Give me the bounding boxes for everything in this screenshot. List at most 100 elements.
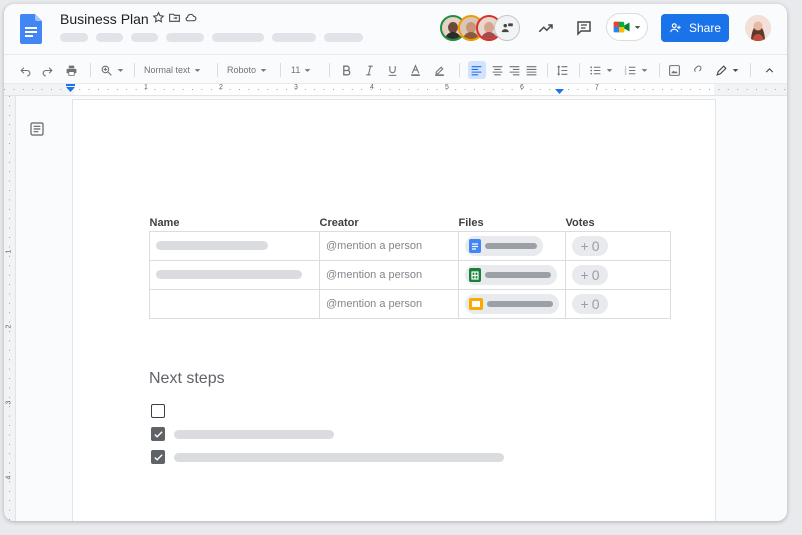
cloud-saved-icon[interactable] [184,11,197,24]
underline-button[interactable] [386,62,399,78]
next-steps-heading: Next steps [149,370,225,387]
activity-dashboard-button[interactable] [536,18,556,38]
votes-cell: +0 [565,230,671,261]
person-mention-placeholder[interactable]: @mention a person [326,298,422,310]
ruler-mark: 1 [144,84,148,91]
meet-icon [613,21,630,33]
creator-cell[interactable]: @mention a person [319,230,459,261]
meet-button[interactable] [606,13,648,41]
menu-item-placeholder[interactable] [131,33,158,42]
justify-button[interactable] [525,62,538,78]
trending-icon [538,24,553,33]
more-collaborators-button[interactable] [494,15,520,41]
name-cell[interactable] [149,259,320,290]
name-cell[interactable] [149,230,320,261]
files-cell[interactable] [458,288,566,319]
align-right-icon [509,65,520,75]
ruler-mark: 4 [370,84,374,91]
chevron-down-icon [606,68,613,72]
document-title[interactable]: Business Plan [60,11,149,27]
ruler-mark: 1 [5,249,13,254]
docs-logo-icon[interactable] [20,14,42,44]
files-cell[interactable] [458,259,566,290]
person-mention-placeholder[interactable]: @mention a person [326,240,422,252]
indent-marker[interactable] [66,87,75,92]
insert-image-button[interactable] [668,62,681,78]
align-left-button[interactable] [470,62,483,78]
vote-button[interactable]: +0 [572,264,608,285]
align-center-icon [492,65,503,75]
menu-item-placeholder[interactable] [324,33,363,42]
font-size-label: 11 [291,65,301,75]
more-options-button[interactable] [690,62,703,78]
chevron-down-icon [194,68,201,72]
outline-icon[interactable] [29,121,45,137]
name-cell[interactable] [149,288,320,319]
table-row: @mention a person +0 [149,230,671,261]
comments-button[interactable] [574,18,594,38]
chevron-down-icon [634,25,641,29]
bulleted-list-button[interactable] [589,62,613,78]
chevron-down-icon [305,68,311,72]
share-button[interactable]: Share [661,14,729,42]
font-select[interactable]: Roboto [227,62,267,78]
vote-button[interactable]: +0 [572,235,608,256]
collapse-menus-button[interactable] [763,62,776,78]
text-color-button[interactable] [409,62,422,78]
svg-text:3: 3 [625,71,627,75]
vote-count: 0 [591,266,600,283]
zoom-icon [101,65,112,76]
checkbox-checked[interactable] [151,450,165,464]
redo-button[interactable] [41,62,54,78]
star-icon[interactable] [152,11,165,24]
vote-count: 0 [591,237,600,254]
move-to-folder-icon[interactable] [168,11,181,24]
checklist-item [151,450,504,464]
checkbox-checked[interactable] [151,427,165,441]
numbered-list-icon: 123 [625,65,636,75]
text-color-icon [411,63,420,76]
menu-item-placeholder[interactable] [166,33,204,42]
title-icons [152,11,197,24]
account-avatar[interactable] [745,15,771,41]
ruler-mark: 6 [520,84,524,91]
menu-item-placeholder[interactable] [272,33,316,42]
align-center-button[interactable] [491,62,504,78]
font-select-label: Roboto [227,65,257,75]
menu-item-placeholder[interactable] [60,33,88,42]
document-page[interactable]: Name Creator Files Votes @mention a pers… [73,100,715,521]
print-button[interactable] [65,62,78,78]
ruler-mark: 3 [5,400,13,405]
italic-button[interactable] [363,62,376,78]
menu-item-placeholder[interactable] [212,33,264,42]
slides-file-icon [469,297,483,310]
creator-cell[interactable]: @mention a person [319,288,459,319]
numbered-list-button[interactable]: 123 [624,62,648,78]
menu-item-placeholder[interactable] [96,33,123,42]
align-right-button[interactable] [508,62,521,78]
style-select[interactable]: Normal text [144,62,201,78]
file-chip[interactable] [465,235,543,256]
chevron-down-icon [117,68,124,72]
checkbox[interactable] [151,404,165,418]
align-left-icon [471,65,482,75]
line-spacing-icon [557,64,568,76]
file-chip[interactable] [465,293,559,314]
font-size-select[interactable]: 11 [291,62,311,78]
collapse-icon [765,67,774,73]
creator-cell[interactable]: @mention a person [319,259,459,290]
chevron-down-icon [260,68,267,72]
vote-button[interactable]: +0 [572,293,608,314]
edit-mode-select[interactable] [715,62,739,78]
zoom-select[interactable] [100,62,124,78]
docs-file-icon [469,238,481,253]
highlight-icon [435,65,444,76]
undo-button[interactable] [19,62,32,78]
files-cell[interactable] [458,230,566,261]
highlight-button[interactable] [433,62,446,78]
bold-button[interactable] [340,62,353,78]
right-indent-marker[interactable] [555,89,564,94]
person-mention-placeholder[interactable]: @mention a person [326,269,422,281]
file-chip[interactable] [465,264,557,285]
line-spacing-button[interactable] [556,62,569,78]
